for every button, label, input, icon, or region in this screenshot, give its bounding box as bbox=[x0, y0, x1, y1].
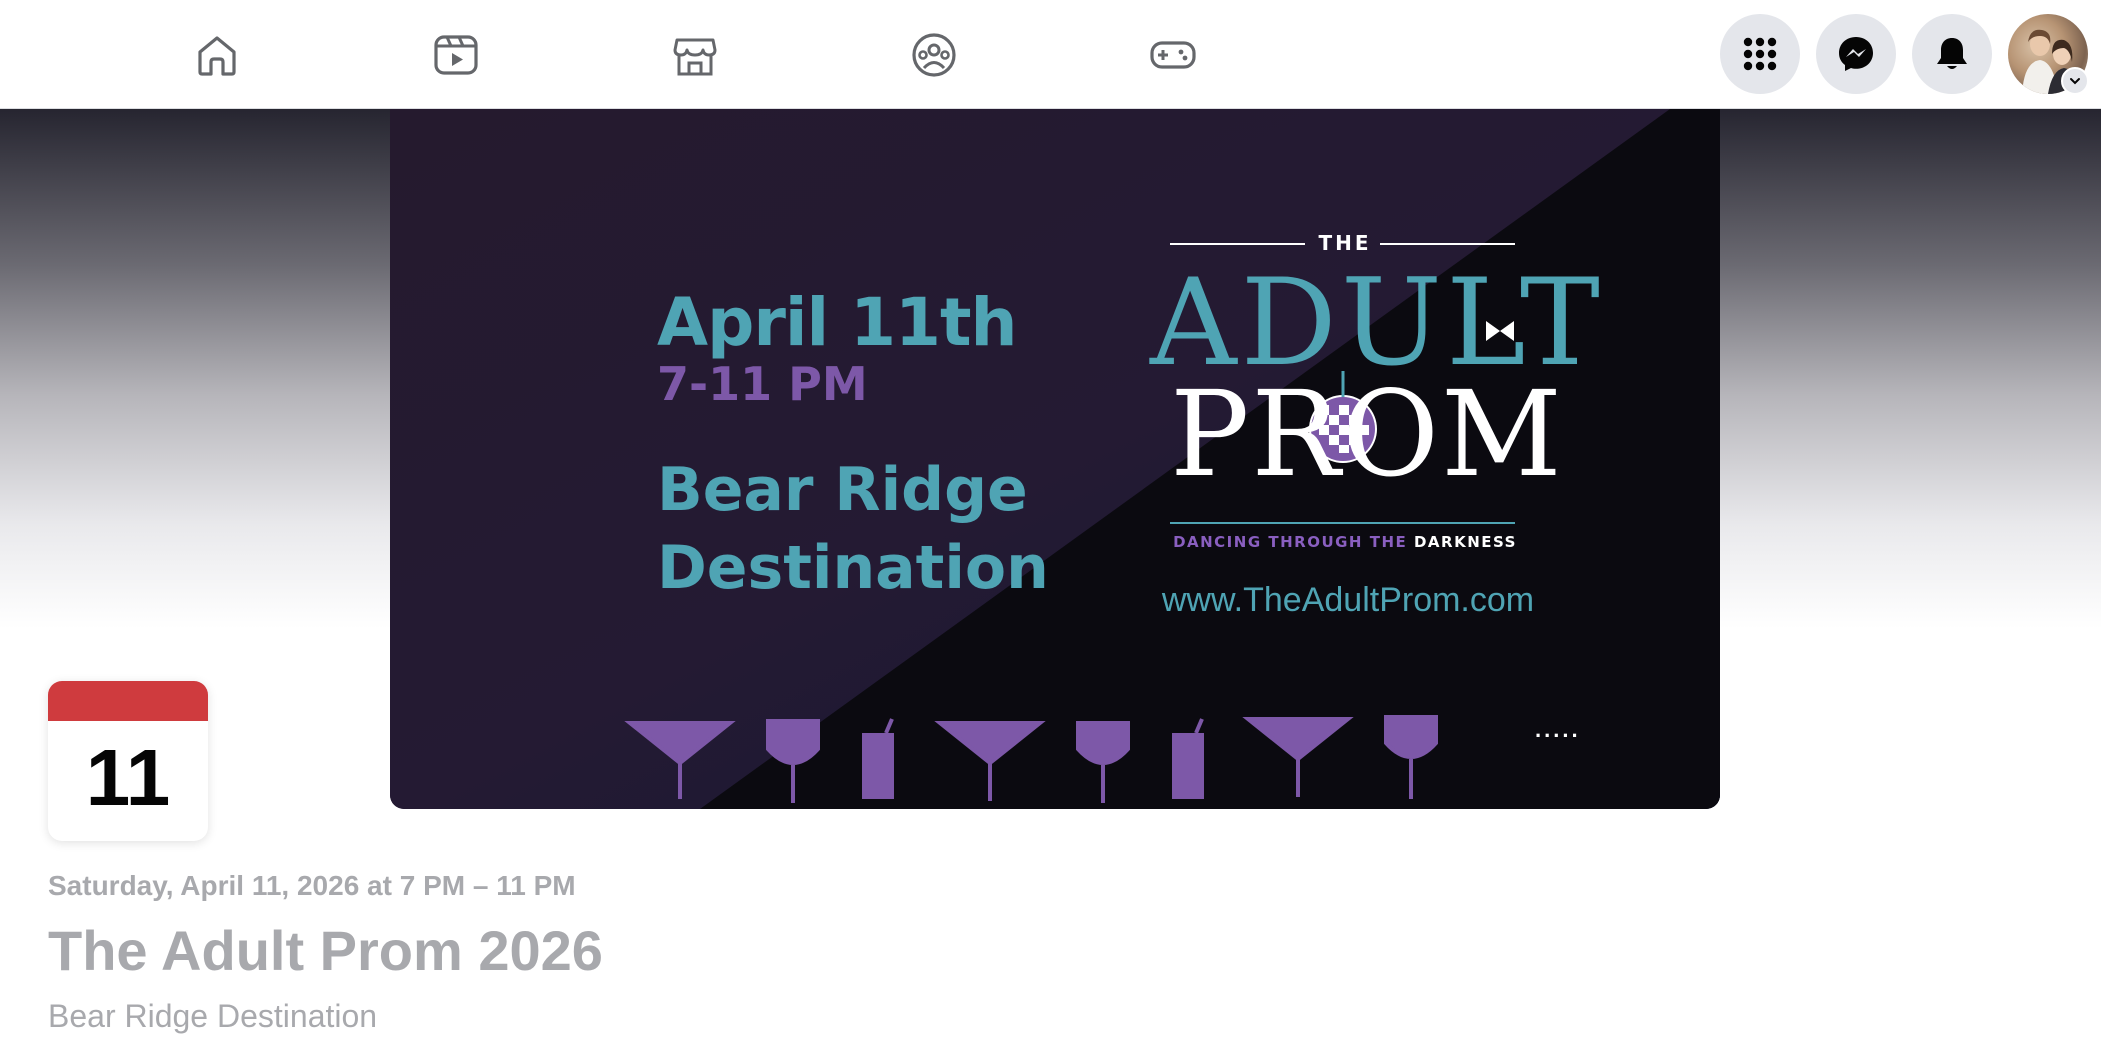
messenger-button[interactable] bbox=[1816, 14, 1896, 94]
top-navigation-bar bbox=[0, 0, 2101, 109]
calendar-header bbox=[48, 681, 208, 721]
groups-icon bbox=[912, 33, 956, 77]
tagline-part-1: DANCING THROUGH THE bbox=[1173, 533, 1414, 551]
cover-website-url: www.TheAdultProm.com bbox=[1161, 581, 1535, 619]
logo-tagline: DANCING THROUGH THE DARKNESS bbox=[1170, 533, 1520, 551]
nav-tab-home[interactable] bbox=[186, 24, 248, 86]
chevron-down-icon bbox=[2070, 78, 2080, 85]
calendar-day-number: 11 bbox=[85, 733, 171, 822]
notifications-bell-icon bbox=[1937, 38, 1967, 69]
event-cover-image[interactable]: April 11th 7-11 PM Bear Ridge Destinatio… bbox=[390, 109, 1720, 809]
nav-tab-video[interactable] bbox=[425, 24, 487, 86]
home-icon bbox=[198, 36, 236, 76]
logo-the: THE bbox=[1318, 231, 1372, 255]
cover-time-text: 7-11 PM bbox=[657, 357, 868, 411]
nav-tab-marketplace[interactable] bbox=[664, 24, 726, 86]
calendar-date-badge: 11 bbox=[48, 681, 208, 841]
gaming-icon bbox=[1150, 41, 1196, 69]
cover-venue-text: Bear Ridge Destination bbox=[657, 455, 1049, 603]
tagline-part-2: DARKNESS bbox=[1413, 533, 1517, 551]
notifications-button[interactable] bbox=[1912, 14, 1992, 94]
menu-button[interactable] bbox=[1720, 14, 1800, 94]
event-title: The Adult Prom 2026 bbox=[48, 919, 603, 982]
event-location[interactable]: Bear Ridge Destination bbox=[48, 998, 377, 1035]
account-dropdown-button[interactable] bbox=[2061, 67, 2089, 95]
marketplace-icon bbox=[673, 38, 717, 76]
nav-tab-gaming[interactable] bbox=[1142, 24, 1204, 86]
logo-prom: PROM bbox=[1170, 365, 1564, 503]
event-datetime: Saturday, April 11, 2026 at 7 PM – 11 PM bbox=[48, 870, 576, 901]
nav-tab-groups[interactable] bbox=[903, 24, 965, 86]
menu-grid-icon bbox=[1743, 37, 1777, 71]
cover-dots-decoration: ..... bbox=[1535, 717, 1581, 742]
messenger-icon bbox=[1839, 37, 1873, 71]
video-icon bbox=[434, 35, 478, 75]
cover-date-text: April 11th bbox=[657, 284, 1017, 361]
